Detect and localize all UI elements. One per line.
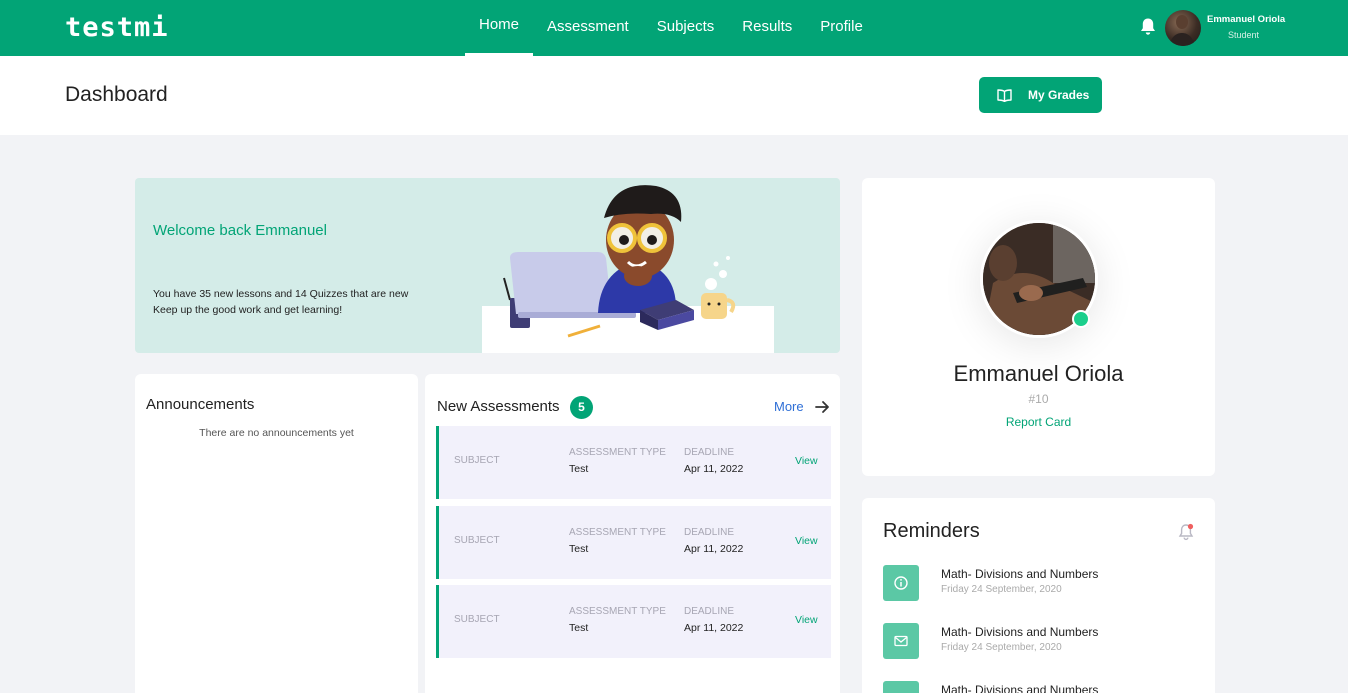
reminder-title: Math- Divisions and Numbers [941,567,1099,581]
assessment-type-value: Test [569,622,589,634]
reminder-date: Friday 24 September, 2020 [941,584,1062,595]
assessment-type-label: ASSESSMENT TYPE [569,527,666,538]
reminders-card: Reminders Math- Divisions and Numbers Fr… [862,498,1215,693]
deadline-value: Apr 11, 2022 [684,463,744,475]
new-assessments-card: New Assessments 5 More SUBJECT ASSESSMEN… [425,374,840,693]
assessment-type-value: Test [569,463,589,475]
nav-home[interactable]: Home [465,0,534,56]
user-avatar[interactable] [1165,10,1201,46]
assessment-count-badge: 5 [570,396,593,419]
page-header: Dashboard My Grades [0,56,1348,135]
assessment-type-label: ASSESSMENT TYPE [569,606,666,617]
view-assessment-link[interactable]: View [795,614,818,626]
my-grades-label: My Grades [1028,88,1090,102]
online-status-dot [1072,310,1090,328]
profile-name: Emmanuel Oriola [953,361,1124,386]
reminder-date: Friday 24 September, 2020 [941,642,1062,653]
announcements-title: Announcements [146,396,255,413]
user-name[interactable]: Emmanuel Oriola [1207,14,1285,25]
welcome-title: Welcome back Emmanuel [153,222,327,239]
reminder-title: Math- Divisions and Numbers [941,625,1099,639]
new-assessments-title: New Assessments [437,398,560,415]
view-assessment-link[interactable]: View [795,535,818,547]
reminder-bell-icon[interactable] [1178,523,1194,541]
subject-label: SUBJECT [454,455,500,466]
deadline-label: DEADLINE [684,527,735,538]
reminder-title: Math- Divisions and Numbers [941,683,1099,693]
assessment-row: SUBJECT ASSESSMENT TYPE Test DEADLINE Ap… [436,506,831,579]
calendar-icon [883,681,919,693]
deadline-value: Apr 11, 2022 [684,543,744,555]
nav-results[interactable]: Results [728,0,806,56]
user-role: Student [1228,30,1260,40]
nav-profile[interactable]: Profile [806,0,877,56]
top-navbar: testmi Home Assessment Subjects Results … [0,0,1348,56]
more-assessments-link[interactable]: More [774,399,804,414]
reminder-item[interactable]: Math- Divisions and Numbers [883,681,1203,693]
nav-subjects[interactable]: Subjects [643,0,729,56]
mail-icon [883,623,919,659]
app-logo[interactable]: testmi [65,14,169,42]
assessment-type-label: ASSESSMENT TYPE [569,447,666,458]
notification-bell-icon[interactable] [1139,17,1157,37]
assessment-type-value: Test [569,543,589,555]
reminder-item[interactable]: Math- Divisions and Numbers Friday 24 Se… [883,623,1203,663]
book-open-icon [997,88,1012,102]
nav-assessment[interactable]: Assessment [533,0,643,56]
deadline-value: Apr 11, 2022 [684,622,744,634]
my-grades-button[interactable]: My Grades [979,77,1102,113]
deadline-label: DEADLINE [684,447,735,458]
reminders-title: Reminders [883,520,980,542]
assessment-row: SUBJECT ASSESSMENT TYPE Test DEADLINE Ap… [436,426,831,499]
announcements-empty-message: There are no announcements yet [199,427,354,439]
info-icon [883,565,919,601]
profile-card: Emmanuel Oriola #10 Report Card [862,178,1215,476]
reminder-item[interactable]: Math- Divisions and Numbers Friday 24 Se… [883,565,1203,605]
report-card-link[interactable]: Report Card [862,415,1215,429]
profile-rank: #10 [1028,392,1049,406]
assessment-row: SUBJECT ASSESSMENT TYPE Test DEADLINE Ap… [436,585,831,658]
welcome-banner: Welcome back Emmanuel You have 35 new le… [135,178,840,353]
student-studying-illustration [482,185,774,353]
announcements-card: Announcements There are no announcements… [135,374,418,693]
welcome-message-line1: You have 35 new lessons and 14 Quizzes t… [153,288,409,300]
arrow-right-icon[interactable] [814,399,830,415]
deadline-label: DEADLINE [684,606,735,617]
main-nav: Home Assessment Subjects Results Profile [465,0,877,56]
view-assessment-link[interactable]: View [795,455,818,467]
subject-label: SUBJECT [454,535,500,546]
welcome-message-line2: Keep up the good work and get learning! [153,304,343,316]
subject-label: SUBJECT [454,614,500,625]
page-title: Dashboard [65,83,168,106]
